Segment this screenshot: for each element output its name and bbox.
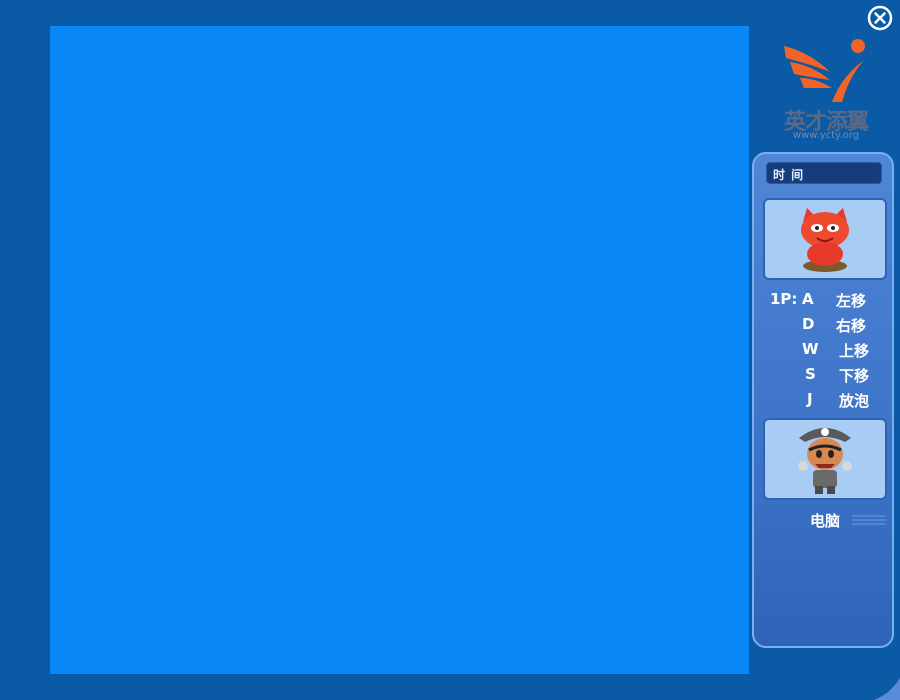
control-action: 右移 [836, 317, 867, 335]
game-board[interactable] [50, 26, 749, 674]
logo: 英才添翼 www.ycty.org [760, 32, 890, 148]
time-bar: 时 间 [766, 162, 882, 184]
side-panel: 时 间 1P: A 左移 D 右移 W 上移 S 下移 J 放泡 电脑 [752, 152, 894, 648]
control-key: W [802, 340, 819, 358]
control-key: S [805, 365, 816, 383]
control-key: J [807, 390, 813, 408]
control-row: D 右移 [754, 315, 896, 339]
control-action: 放泡 [839, 392, 870, 410]
pirate-character-icon [798, 428, 852, 494]
corner-decoration [874, 678, 900, 700]
decorative-lines [852, 515, 886, 525]
player1-prefix: 1P: [770, 290, 798, 308]
control-row: J 放泡 [754, 390, 896, 414]
control-action: 上移 [839, 342, 870, 360]
control-row: 1P: A 左移 [754, 290, 896, 314]
control-row: W 上移 [754, 340, 896, 364]
red-cat-character-icon [801, 208, 849, 272]
control-action: 左移 [836, 292, 867, 310]
close-icon[interactable] [867, 5, 893, 31]
player1-avatar-card [763, 198, 887, 280]
logo-url: www.ycty.org [792, 130, 860, 141]
time-label: 时 间 [773, 168, 805, 182]
logo-emblem-icon [784, 39, 865, 102]
cpu-avatar-card [763, 418, 887, 500]
control-key: D [802, 315, 815, 333]
control-action: 下移 [839, 367, 870, 385]
player1-controls: 1P: A 左移 D 右移 W 上移 S 下移 J 放泡 [754, 290, 896, 410]
control-key: A [802, 290, 814, 308]
control-row: S 下移 [754, 365, 896, 389]
